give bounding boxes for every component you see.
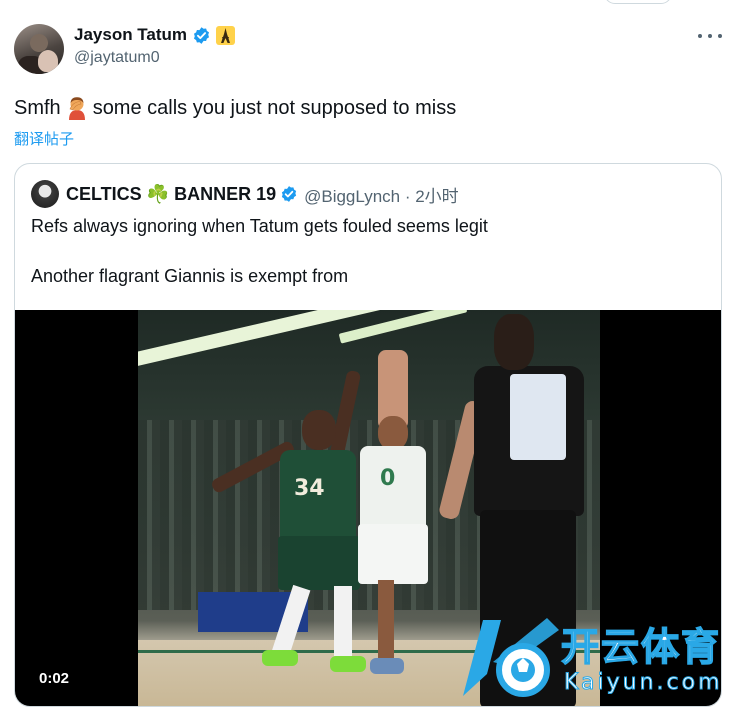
translate-post-link[interactable]: 翻译帖子 xyxy=(14,128,74,149)
quoted-avatar[interactable] xyxy=(31,180,59,208)
author-display-name[interactable]: Jayson Tatum xyxy=(74,25,187,45)
quoted-display-name[interactable]: CELTICS ☘️ BANNER 19 xyxy=(66,184,276,205)
author-name-row: Jayson Tatum xyxy=(74,24,236,46)
author-avatar[interactable] xyxy=(14,24,64,74)
verified-badge-icon xyxy=(281,186,297,202)
verified-badge-icon xyxy=(194,26,210,44)
quoted-text-line1: Refs always ignoring when Tatum gets fou… xyxy=(31,216,488,236)
author-info: Jayson Tatum @jaytatum0 xyxy=(74,24,236,67)
watermark-english: Kaiyun.com xyxy=(564,670,723,696)
bucks-jersey-number: 34 xyxy=(294,476,325,501)
watermark-logo-icon xyxy=(463,618,559,697)
watermark-chinese: 开云体育 xyxy=(560,624,722,670)
person-facepalming-emoji xyxy=(67,96,87,120)
video-timestamp: 0:02 xyxy=(39,670,70,687)
celtics-player: 0 xyxy=(348,350,438,680)
quoted-handle-and-time[interactable]: @BiggLynch · 2小时 xyxy=(304,182,459,207)
quoted-header: CELTICS ☘️ BANNER 19 @BiggLynch · 2小时 xyxy=(31,180,459,208)
celtics-jersey-number: 0 xyxy=(380,466,396,491)
tower-badge-icon xyxy=(216,25,236,45)
author-handle[interactable]: @jaytatum0 xyxy=(74,49,235,67)
top-partial-button[interactable] xyxy=(604,0,672,4)
more-options-icon[interactable] xyxy=(698,26,722,46)
tweet-text-end: some calls you just not supposed to miss xyxy=(92,96,457,119)
avatar-figure-face xyxy=(38,50,58,72)
quoted-text-line2: Another flagrant Giannis is exempt from xyxy=(31,266,349,286)
tweet-text-start: Smfh xyxy=(14,96,61,119)
watermark: 开云体育 Kaiyun.com xyxy=(449,612,729,707)
tweet-text: Smfh some calls you just not supposed to… xyxy=(14,96,456,120)
